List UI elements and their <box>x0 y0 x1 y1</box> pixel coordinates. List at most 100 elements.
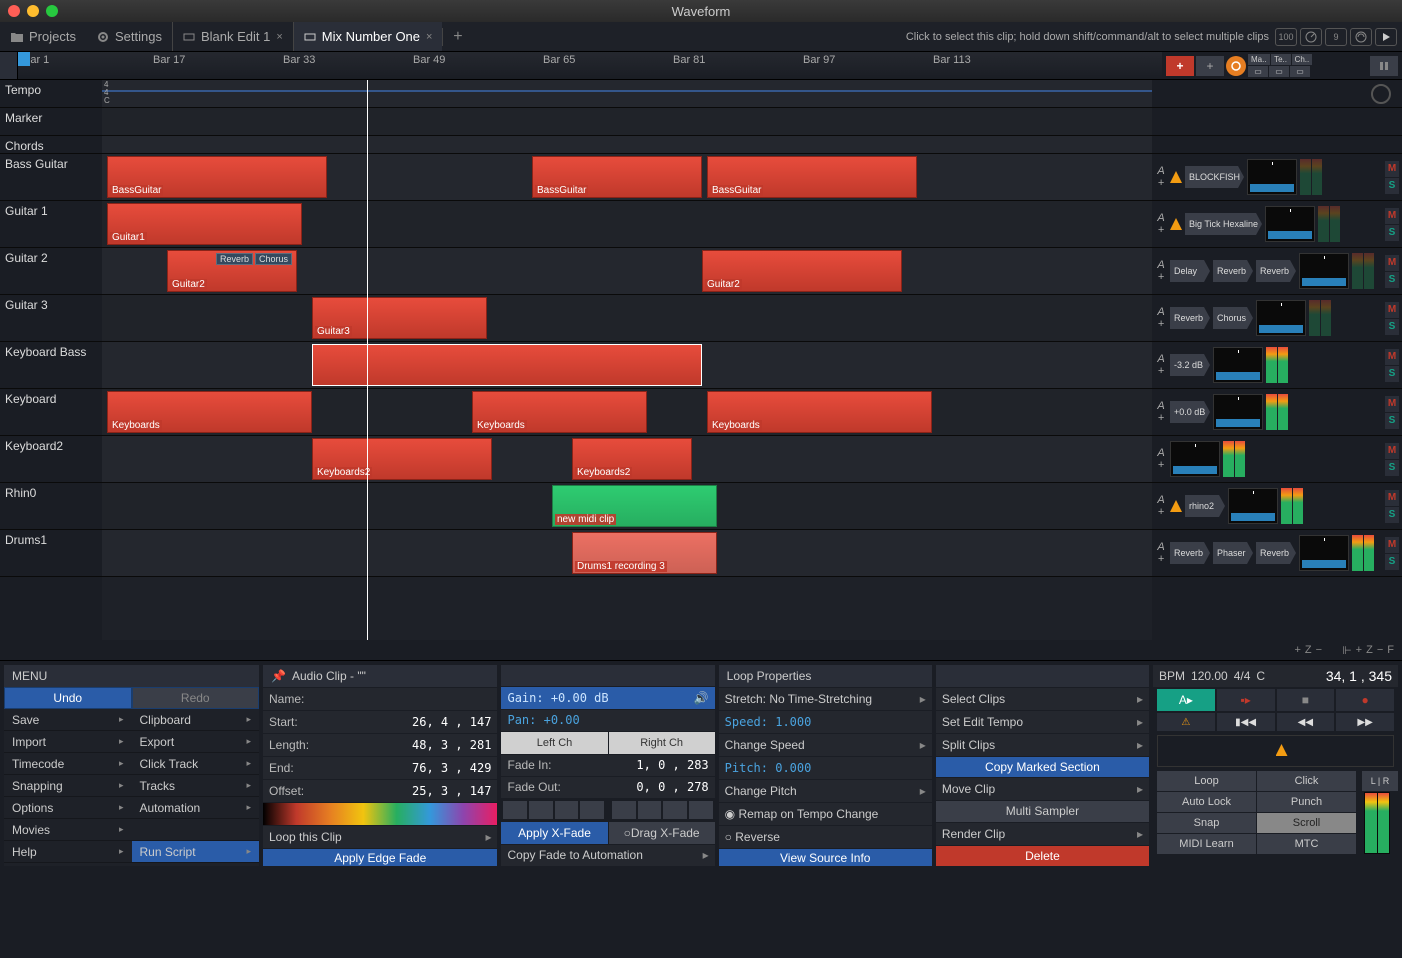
timeline-row-chords[interactable] <box>102 136 1152 154</box>
track-header[interactable]: Keyboard2 <box>0 436 102 483</box>
menu-item-snapping[interactable]: Snapping▸ <box>4 775 132 797</box>
fade-shape-5[interactable] <box>612 801 636 819</box>
solo-button[interactable]: S <box>1385 225 1399 241</box>
pan-meter[interactable] <box>1247 159 1297 195</box>
gain-field[interactable]: Gain: +0.00 dB <box>501 691 608 705</box>
clip[interactable]: Guitar2ReverbChorus <box>167 250 297 292</box>
automation-toggle[interactable]: A+ <box>1155 212 1167 236</box>
plugin-slot[interactable]: Reverb <box>1170 307 1210 329</box>
stop-button[interactable]: ■ <box>1277 689 1335 711</box>
close-icon[interactable]: × <box>276 31 282 43</box>
playhead[interactable] <box>367 80 368 640</box>
loop-marker-icon[interactable] <box>18 52 30 66</box>
add-track-button[interactable]: + <box>1166 56 1194 76</box>
clip[interactable]: Keyboards <box>107 391 312 433</box>
clip-fx[interactable]: Chorus <box>255 253 292 265</box>
browser-sub-3[interactable]: ▭ <box>1290 66 1310 77</box>
scroll-toggle[interactable]: Scroll <box>1257 813 1356 833</box>
bpm-value[interactable]: 120.00 <box>1191 669 1228 683</box>
render-clip-button[interactable]: Render Clip <box>936 827 1137 841</box>
loop-clip-button[interactable]: Loop this Clip <box>263 830 485 844</box>
track-lane[interactable]: new midi clip <box>102 483 1152 530</box>
fade-shape-8[interactable] <box>689 801 713 819</box>
mute-button[interactable]: M <box>1385 537 1399 553</box>
close-icon[interactable]: × <box>426 31 432 43</box>
menu-item-export[interactable]: Export▸ <box>132 731 260 753</box>
automation-toggle[interactable]: A+ <box>1155 259 1167 283</box>
automation-toggle[interactable]: A+ <box>1155 353 1167 377</box>
zoom-f[interactable]: F <box>1387 644 1394 656</box>
solo-button[interactable]: S <box>1385 460 1399 476</box>
undo-button[interactable]: Undo <box>4 687 132 709</box>
browser-tab-markers[interactable]: Ma.. <box>1248 54 1270 65</box>
move-clip-button[interactable]: Move Clip <box>936 782 1137 796</box>
plugin-slot[interactable]: Phaser <box>1213 542 1253 564</box>
settings-button[interactable]: Settings <box>86 22 172 51</box>
projects-button[interactable]: Projects <box>0 22 86 51</box>
drag-xfade-toggle[interactable]: ○ Drag X-Fade <box>609 822 715 844</box>
zoom-out-horiz[interactable]: − <box>1377 644 1383 656</box>
mute-button[interactable]: M <box>1385 396 1399 412</box>
volume-plugin[interactable]: -3.2 dB <box>1170 354 1210 376</box>
cpu-meter-icon[interactable] <box>1300 28 1322 46</box>
clip-fx[interactable]: Reverb <box>216 253 253 265</box>
clip[interactable]: BassGuitar <box>107 156 327 198</box>
pan-field[interactable]: Pan: +0.00 <box>501 713 579 727</box>
pan-meter[interactable] <box>1256 300 1306 336</box>
automation-read-button[interactable]: A▸ <box>1157 689 1215 711</box>
header-row-tempo[interactable]: Tempo <box>0 80 102 108</box>
menu-item-automation[interactable]: Automation▸ <box>132 797 260 819</box>
fadeout-field[interactable]: 0, 0 , 278 <box>571 780 714 794</box>
panic-button[interactable]: ⚠ <box>1157 713 1215 731</box>
fade-shape-6[interactable] <box>638 801 662 819</box>
browser-tab-chords[interactable]: Ch.. <box>1292 54 1313 65</box>
change-speed-button[interactable]: Change Speed <box>719 738 920 752</box>
pin-icon[interactable]: 📌 <box>271 669 286 683</box>
track-lane[interactable]: Keyboards2Keyboards2 <box>102 436 1152 483</box>
pan-meter[interactable] <box>1265 206 1315 242</box>
pan-meter[interactable] <box>1228 488 1278 524</box>
solo-button[interactable]: S <box>1385 366 1399 382</box>
solo-button[interactable]: S <box>1385 178 1399 194</box>
solo-button[interactable]: S <box>1385 554 1399 570</box>
track-header[interactable]: Drums1 <box>0 530 102 577</box>
solo-button[interactable]: S <box>1385 507 1399 523</box>
bar-ruler[interactable]: Bar 1Bar 17Bar 33Bar 49Bar 65Bar 81Bar 9… <box>18 52 1162 79</box>
mixer-panel-button[interactable] <box>1370 56 1398 76</box>
change-pitch-button[interactable]: Change Pitch <box>719 784 920 798</box>
add-aux-button[interactable]: + <box>1196 56 1224 76</box>
zoom-out-vert[interactable]: − <box>1316 644 1322 656</box>
ruler-options-button[interactable] <box>0 52 18 79</box>
speed-field[interactable]: Speed: 1.000 <box>719 715 812 729</box>
plugin-slot[interactable]: BLOCKFISH <box>1185 166 1244 188</box>
fadein-field[interactable]: 1, 0 , 283 <box>571 758 714 772</box>
tempo-knob[interactable] <box>1371 84 1391 104</box>
overview-display[interactable] <box>1157 735 1394 767</box>
zoom-z-horiz[interactable]: Z <box>1366 644 1373 656</box>
browser-icon[interactable] <box>1226 56 1246 76</box>
set-tempo-button[interactable]: Set Edit Tempo <box>936 715 1137 729</box>
fade-shape-3[interactable] <box>555 801 579 819</box>
right-channel-button[interactable]: Right Ch <box>609 732 715 754</box>
sync-icon[interactable] <box>1350 28 1372 46</box>
snap-toggle[interactable]: Snap <box>1157 813 1256 833</box>
length-field[interactable]: 48, 3 , 281 <box>333 738 497 752</box>
pan-meter[interactable] <box>1299 253 1349 289</box>
menu-item-tracks[interactable]: Tracks▸ <box>132 775 260 797</box>
reverse-toggle[interactable]: ○ Reverse <box>719 830 780 844</box>
plugin-slot[interactable]: Chorus <box>1213 307 1253 329</box>
clip[interactable]: Guitar3 <box>312 297 487 339</box>
pan-meter[interactable] <box>1213 394 1263 430</box>
track-header[interactable]: Bass Guitar <box>0 154 102 201</box>
start-field[interactable]: 26, 4 , 147 <box>333 715 497 729</box>
zoom-z-vert[interactable]: Z <box>1305 644 1312 656</box>
click-toggle[interactable]: Click <box>1257 771 1356 791</box>
counter-badge-1[interactable]: 100 <box>1275 28 1297 46</box>
zoom-in-vert[interactable]: + <box>1294 644 1300 656</box>
timeline-row-marker[interactable] <box>102 108 1152 136</box>
clip[interactable]: new midi clip <box>552 485 717 527</box>
mute-button[interactable]: M <box>1385 443 1399 459</box>
menu-item-clipboard[interactable]: Clipboard▸ <box>132 709 260 731</box>
plugin-slot[interactable]: Delay <box>1170 260 1210 282</box>
offset-field[interactable]: 25, 3 , 147 <box>333 784 497 798</box>
